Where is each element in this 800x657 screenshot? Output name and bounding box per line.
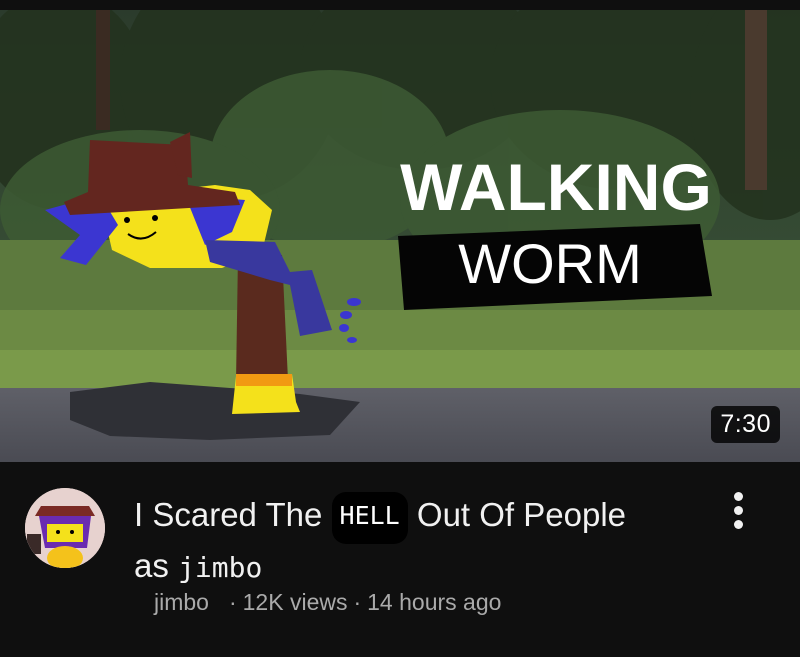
meta-separator: · bbox=[353, 589, 362, 615]
duration-badge: 7:30 bbox=[711, 406, 780, 443]
title-censored-word: HELL bbox=[331, 492, 408, 544]
more-vertical-icon[interactable] bbox=[722, 492, 754, 536]
svg-text:WALKING: WALKING bbox=[400, 150, 712, 224]
title-part-1: I Scared The bbox=[134, 496, 323, 533]
avatar-icon bbox=[25, 488, 105, 568]
svg-text:WORM: WORM bbox=[458, 232, 642, 295]
upload-age: 14 hours ago bbox=[367, 589, 502, 615]
channel-name[interactable]: jimbo bbox=[154, 589, 209, 615]
video-info: I Scared The HELL Out Of People as jimbo… bbox=[0, 462, 800, 657]
top-strip bbox=[0, 0, 800, 10]
title-part-2: Out Of People bbox=[416, 496, 627, 533]
thumbnail-art: WALKING WORM bbox=[0, 10, 800, 462]
video-thumbnail[interactable]: WALKING WORM 7:30 bbox=[0, 10, 800, 462]
video-title[interactable]: I Scared The HELL Out Of People as jimbo bbox=[134, 492, 694, 590]
view-count: 12K views bbox=[242, 589, 348, 615]
video-meta: jimbo · 12K views · 14 hours ago bbox=[154, 589, 501, 616]
meta-separator: · bbox=[228, 589, 237, 615]
title-part-3: as bbox=[134, 547, 169, 584]
title-part-4: jimbo bbox=[178, 551, 263, 584]
channel-avatar[interactable] bbox=[25, 488, 105, 568]
